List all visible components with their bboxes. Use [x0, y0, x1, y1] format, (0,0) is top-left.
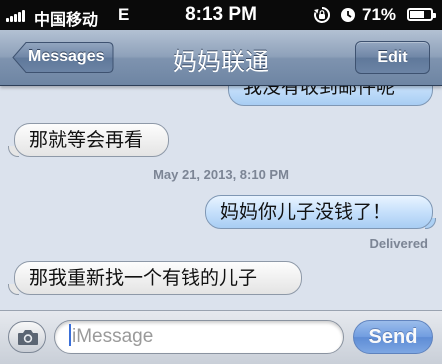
message-text: 我没有收到邮件呢	[243, 86, 396, 98]
text-cursor	[69, 324, 71, 346]
camera-icon	[18, 330, 38, 345]
lock-rotation-icon	[314, 6, 331, 23]
battery-percentage: 71%	[362, 5, 397, 24]
edit-button[interactable]: Edit	[355, 41, 430, 74]
message-timestamp: May 21, 2013, 8:10 PM	[153, 167, 289, 182]
alarm-icon	[341, 8, 355, 22]
message-bubble-outgoing[interactable]: 妈妈你儿子没钱了！	[205, 195, 433, 229]
send-button[interactable]: Send	[353, 320, 433, 354]
message-text: 那就等会再看	[29, 129, 144, 151]
status-bar: 中国移动 E 8:13 PM 71%	[0, 0, 442, 30]
message-input[interactable]: iMessage	[54, 320, 344, 354]
message-bubble-outgoing[interactable]: 我没有收到邮件呢	[228, 86, 433, 106]
compose-bar: iMessage Send	[0, 310, 442, 364]
message-bubble-incoming[interactable]: 那就等会再看	[14, 123, 169, 157]
nav-bar: Messages 妈妈联通 Edit	[0, 30, 442, 86]
battery-fill	[410, 11, 425, 18]
message-list[interactable]: 我没有收到邮件呢 那就等会再看 May 21, 2013, 8:10 PM 妈妈…	[0, 86, 442, 310]
message-text: 妈妈你儿子没钱了！	[220, 201, 392, 223]
battery-icon	[407, 8, 436, 21]
camera-button[interactable]	[8, 321, 46, 353]
message-input-placeholder: iMessage	[72, 326, 154, 347]
message-bubble-incoming[interactable]: 那我重新找一个有钱的儿子	[14, 261, 302, 295]
delivered-status: Delivered	[369, 236, 428, 251]
message-text: 那我重新找一个有钱的儿子	[29, 267, 258, 289]
